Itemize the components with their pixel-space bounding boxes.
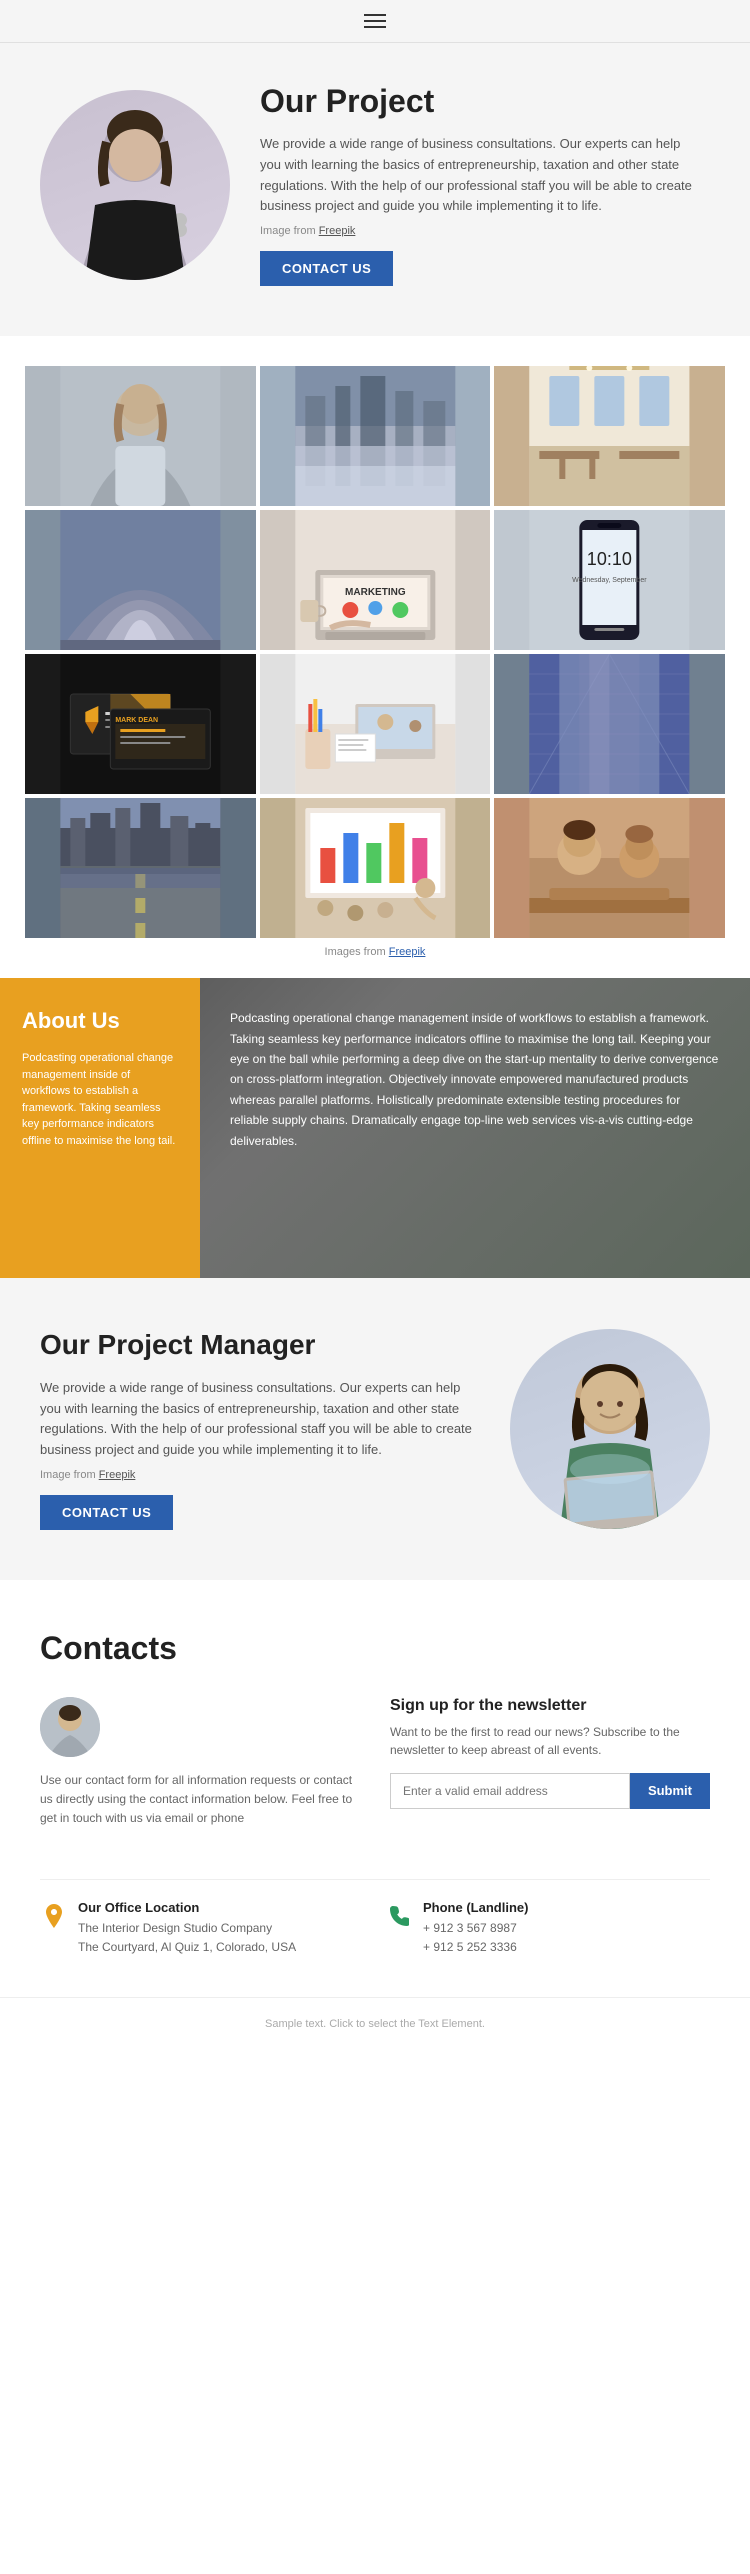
photo-cell-marketing: MARKETING: [260, 510, 491, 650]
hero-content: Our Project We provide a wide range of b…: [260, 83, 700, 286]
footer-sample-text: Sample text. Click to select the Text El…: [265, 2018, 485, 2030]
manager-credit: Image from Freepik: [40, 1469, 480, 1481]
photo-cell-phone: 10:10 Wednesday, September: [494, 510, 725, 650]
contacts-section: Contacts Use our contact form for all in…: [0, 1580, 750, 1997]
photo-cell-arch: [25, 510, 256, 650]
contacts-right: Sign up for the newsletter Want to be th…: [390, 1697, 710, 1809]
hero-credit-link[interactable]: Freepik: [319, 225, 356, 237]
hero-section: Our Project We provide a wide range of b…: [0, 43, 750, 336]
location-text: Our Office Location The Interior Design …: [78, 1900, 296, 1957]
about-box-text: Podcasting operational change management…: [22, 1050, 178, 1149]
newsletter-form: Submit: [390, 1773, 710, 1809]
manager-content: Our Project Manager We provide a wide ra…: [40, 1328, 480, 1530]
hero-credit: Image from Freepik: [260, 225, 700, 237]
newsletter-description: Want to be the first to read our news? S…: [390, 1723, 710, 1759]
grid-credit: Images from Freepik: [25, 946, 725, 958]
phone-number2: + 912 5 252 3336: [423, 1938, 528, 1957]
manager-contact-button[interactable]: CONTACT US: [40, 1495, 173, 1530]
location-info: Our Office Location The Interior Design …: [40, 1900, 365, 1957]
phone-label: Phone (Landline): [423, 1900, 528, 1915]
about-box: About Us Podcasting operational change m…: [0, 978, 200, 1278]
phone-text: Phone (Landline) + 912 3 567 8987 + 912 …: [423, 1900, 528, 1957]
photo-cell-person: [25, 366, 256, 506]
hero-description: We provide a wide range of business cons…: [260, 134, 700, 217]
hero-title: Our Project: [260, 83, 700, 120]
location-label: Our Office Location: [78, 1900, 296, 1915]
phone-icon: [385, 1902, 413, 1930]
hamburger-menu[interactable]: [364, 14, 386, 28]
newsletter-email-input[interactable]: [390, 1773, 630, 1809]
manager-image: [510, 1329, 710, 1529]
photo-cell-building: [494, 654, 725, 794]
manager-section: Our Project Manager We provide a wide ra…: [0, 1278, 750, 1580]
location-icon: [40, 1902, 68, 1930]
svg-text:10:10: 10:10: [587, 549, 632, 569]
manager-title: Our Project Manager: [40, 1328, 480, 1362]
photo-cell-presentation: [260, 798, 491, 938]
contacts-description: Use our contact form for all information…: [40, 1771, 360, 1829]
svg-text:MARKETING: MARKETING: [345, 587, 406, 598]
photo-grid: MARKETING 10:10 Wednesday: [25, 366, 725, 938]
photo-grid-section: MARKETING 10:10 Wednesday: [0, 336, 750, 978]
manager-credit-link[interactable]: Freepik: [99, 1469, 136, 1481]
photo-cell-desk: [260, 654, 491, 794]
photo-cell-team: [494, 798, 725, 938]
phone-info: Phone (Landline) + 912 3 567 8987 + 912 …: [385, 1900, 710, 1957]
header: [0, 0, 750, 43]
photo-cell-city: [260, 366, 491, 506]
contacts-avatar: [40, 1697, 100, 1757]
contacts-title: Contacts: [40, 1630, 710, 1667]
phone-number1: + 912 3 567 8987: [423, 1919, 528, 1938]
svg-text:Wednesday, September: Wednesday, September: [572, 577, 647, 584]
manager-description: We provide a wide range of business cons…: [40, 1378, 480, 1461]
about-title: About Us: [22, 1008, 178, 1034]
hero-image: [40, 90, 230, 280]
contacts-info: Our Office Location The Interior Design …: [40, 1879, 710, 1957]
location-line2: The Courtyard, Al Quiz 1, Colorado, USA: [78, 1938, 296, 1957]
grid-credit-link[interactable]: Freepik: [389, 946, 426, 958]
about-content: Podcasting operational change management…: [200, 978, 750, 1278]
about-section: About Us Podcasting operational change m…: [0, 978, 750, 1278]
newsletter-title: Sign up for the newsletter: [390, 1697, 710, 1715]
photo-cell-highway: [25, 798, 256, 938]
photo-cell-office: [494, 366, 725, 506]
hero-contact-button[interactable]: CONTACT US: [260, 251, 393, 286]
contacts-grid: Use our contact form for all information…: [40, 1697, 710, 1849]
contacts-left: Use our contact form for all information…: [40, 1697, 360, 1849]
photo-cell-cards: MARK DEAN: [25, 654, 256, 794]
location-line1: The Interior Design Studio Company: [78, 1919, 296, 1938]
about-content-text: Podcasting operational change management…: [230, 1008, 720, 1151]
newsletter-submit-button[interactable]: Submit: [630, 1773, 710, 1809]
svg-text:MARK DEAN: MARK DEAN: [115, 717, 158, 724]
footer: Sample text. Click to select the Text El…: [0, 1997, 750, 2050]
